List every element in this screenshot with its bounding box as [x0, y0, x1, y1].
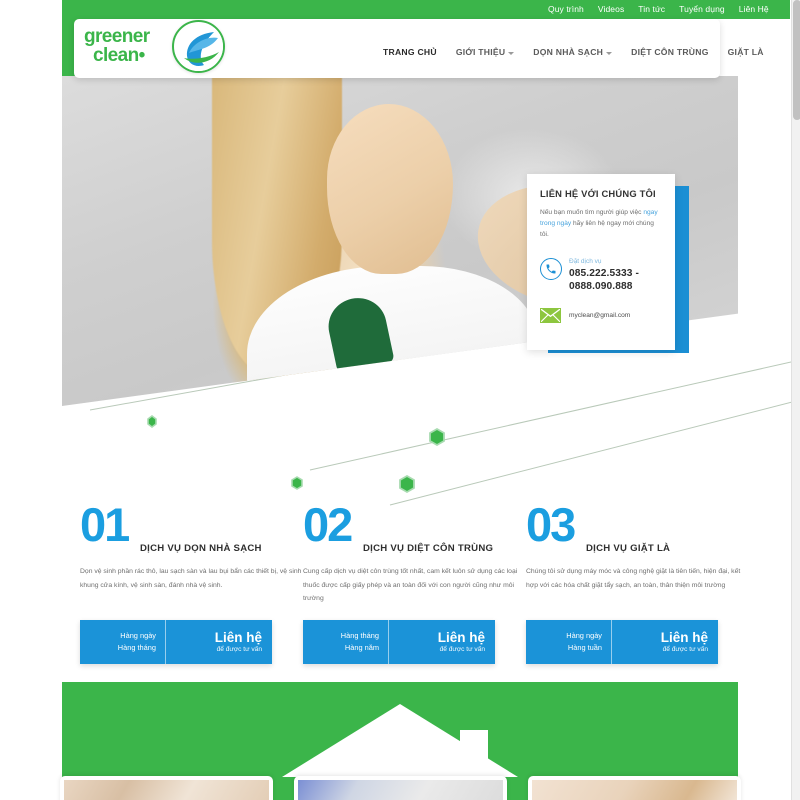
page-root: Quy trình Videos Tin tức Tuyển dụng Liên…: [0, 0, 800, 800]
main-navigation: TRANG CHỦ GIỚI THIỆU DỌN NHÀ SẠCH DIỆT C…: [383, 47, 764, 57]
scrollbar-thumb[interactable]: [793, 0, 800, 120]
service-01-freq-line1: Hàng ngày: [120, 630, 156, 640]
service-02-title: DỊCH VỤ DIỆT CÔN TRÙNG: [363, 543, 494, 554]
top-utility-nav: Quy trình Videos Tin tức Tuyển dụng Liên…: [548, 4, 769, 14]
service-01-cta: Liên hệ để được tư vấn: [166, 620, 272, 664]
hex-dot-small-1: [147, 415, 157, 428]
brand-logo-line1: greener: [84, 26, 150, 47]
promo-card-3-thumbnail: [531, 780, 737, 800]
top-nav-link-tuyen-dung[interactable]: Tuyển dụng: [679, 4, 725, 14]
hex-dot-medium-2: [399, 474, 415, 494]
top-nav-link-lien-he[interactable]: Liên Hệ: [739, 4, 769, 14]
chevron-down-icon: [606, 51, 613, 55]
service-03-freq-line1: Hàng ngày: [566, 630, 602, 640]
service-03-header: 03 DỊCH VỤ GIẶT LÀ: [526, 501, 748, 557]
wave-leaf-circle-logo-icon[interactable]: [172, 20, 225, 73]
promo-card-row: [0, 776, 800, 800]
nav-item-giat-la[interactable]: GIẶT LÀ: [728, 47, 764, 57]
contact-card: LIÊN HỆ VỚI CHÚNG TÔI Nếu bạn muốn tìm n…: [527, 174, 675, 350]
nav-item-don-nha-sach[interactable]: DỌN NHÀ SẠCH: [533, 47, 613, 57]
service-01-number: 01: [80, 498, 130, 551]
brand-logo[interactable]: greener clean•: [84, 27, 150, 65]
service-02-cta-big: Liên hệ: [437, 629, 485, 645]
contact-card-title: LIÊN HỆ VỚI CHÚNG TÔI: [540, 188, 656, 199]
nav-item-diet-con-trung-label: DIỆT CÔN TRÙNG: [631, 47, 709, 57]
service-01-frequency: Hàng ngày Hàng tháng: [80, 620, 166, 664]
service-03-cta-small: để được tư vấn: [662, 646, 708, 654]
service-02-frequency: Hàng tháng Hàng năm: [303, 620, 389, 664]
service-02-contact-button[interactable]: Hàng tháng Hàng năm Liên hệ để được tư v…: [303, 620, 495, 664]
service-02-freq-line1: Hàng tháng: [340, 630, 379, 640]
top-nav-link-tin-tuc[interactable]: Tin tức: [638, 4, 665, 14]
service-03-contact-button[interactable]: Hàng ngày Hàng tuần Liên hệ để được tư v…: [526, 620, 718, 664]
service-block-03: 03 DỊCH VỤ GIẶT LÀ Chúng tôi sử dụng máy…: [526, 501, 748, 664]
service-02-header: 02 DỊCH VỤ DIỆT CÔN TRÙNG: [303, 501, 525, 557]
phone-icon: [540, 257, 562, 280]
service-01-contact-button[interactable]: Hàng ngày Hàng tháng Liên hệ để được tư …: [80, 620, 272, 664]
hero-face-shape: [327, 104, 453, 274]
promo-card-1[interactable]: [59, 776, 273, 800]
hex-dot-medium-1: [429, 427, 445, 447]
hex-dot-small-2: [291, 476, 303, 490]
service-02-description: Cung cấp dịch vụ diệt côn trùng tốt nhất…: [303, 568, 518, 603]
nav-item-trang-chu[interactable]: TRANG CHỦ: [383, 47, 437, 57]
service-03-frequency: Hàng ngày Hàng tuần: [526, 620, 612, 664]
service-01-cta-big: Liên hệ: [214, 629, 262, 645]
envelope-icon: [540, 308, 561, 324]
nav-item-gioi-thieu[interactable]: GIỚI THIỆU: [455, 47, 515, 57]
contact-phone-row[interactable]: Đặt dịch vụ 085.222.5333 - 0888.090.888: [540, 257, 662, 295]
brand-logo-line2: clean•: [93, 45, 145, 66]
top-nav-link-quy-trinh[interactable]: Quy trình: [548, 4, 584, 14]
page-scrollbar[interactable]: [791, 0, 800, 800]
service-03-cta-big: Liên hệ: [660, 629, 708, 645]
service-02-freq-line2: Hàng năm: [344, 643, 379, 652]
service-01-header: 01 DỊCH VỤ DỌN NHÀ SẠCH: [80, 501, 302, 557]
service-02-cta: Liên hệ để được tư vấn: [389, 620, 495, 664]
service-03-title: DỊCH VỤ GIẶT LÀ: [586, 543, 671, 554]
chevron-down-icon: [508, 51, 515, 55]
service-03-cta: Liên hệ để được tư vấn: [612, 620, 718, 664]
service-02-number: 02: [303, 498, 353, 551]
service-block-02: 02 DỊCH VỤ DIỆT CÔN TRÙNG Cung cấp dịch …: [303, 501, 525, 664]
contact-phone-label: Đặt dịch vụ: [569, 257, 602, 265]
service-01-cta-small: để được tư vấn: [216, 646, 262, 654]
promo-card-2[interactable]: [293, 776, 507, 800]
nav-item-giat-la-label: GIẶT LÀ: [727, 47, 764, 57]
nav-item-diet-con-trung[interactable]: DIỆT CÔN TRÙNG: [631, 47, 709, 57]
service-03-number: 03: [526, 498, 576, 551]
contact-email-text: myclean@gmail.com: [569, 312, 631, 320]
contact-desc-before: Nếu bạn muốn tìm người giúp việc: [540, 209, 644, 216]
nav-item-gioi-thieu-label: GIỚI THIỆU: [455, 47, 506, 57]
service-block-01: 01 DỊCH VỤ DỌN NHÀ SẠCH Dọn vệ sinh phần…: [80, 501, 302, 664]
nav-item-don-nha-sach-label: DỌN NHÀ SẠCH: [533, 47, 604, 57]
service-03-description: Chúng tôi sử dụng máy móc và công nghệ g…: [526, 568, 741, 589]
service-03-freq-line2: Hàng tuần: [567, 643, 602, 652]
nav-item-trang-chu-label: TRANG CHỦ: [383, 47, 437, 57]
top-nav-link-videos[interactable]: Videos: [598, 4, 624, 14]
service-01-description: Dọn vệ sinh phần rác thô, lau sạch sàn v…: [80, 568, 302, 589]
promo-card-1-thumbnail: [63, 780, 269, 800]
promo-card-2-thumbnail: [297, 780, 503, 800]
contact-card-description: Nếu bạn muốn tìm người giúp việc ngay tr…: [540, 207, 662, 241]
service-01-freq-line2: Hàng tháng: [117, 643, 156, 652]
contact-email-row[interactable]: myclean@gmail.com: [540, 308, 662, 324]
promo-card-3[interactable]: [527, 776, 741, 800]
service-01-title: DỊCH VỤ DỌN NHÀ SẠCH: [140, 543, 262, 554]
service-02-cta-small: để được tư vấn: [439, 646, 485, 654]
contact-phone-number: 085.222.5333 - 0888.090.888: [569, 267, 639, 293]
